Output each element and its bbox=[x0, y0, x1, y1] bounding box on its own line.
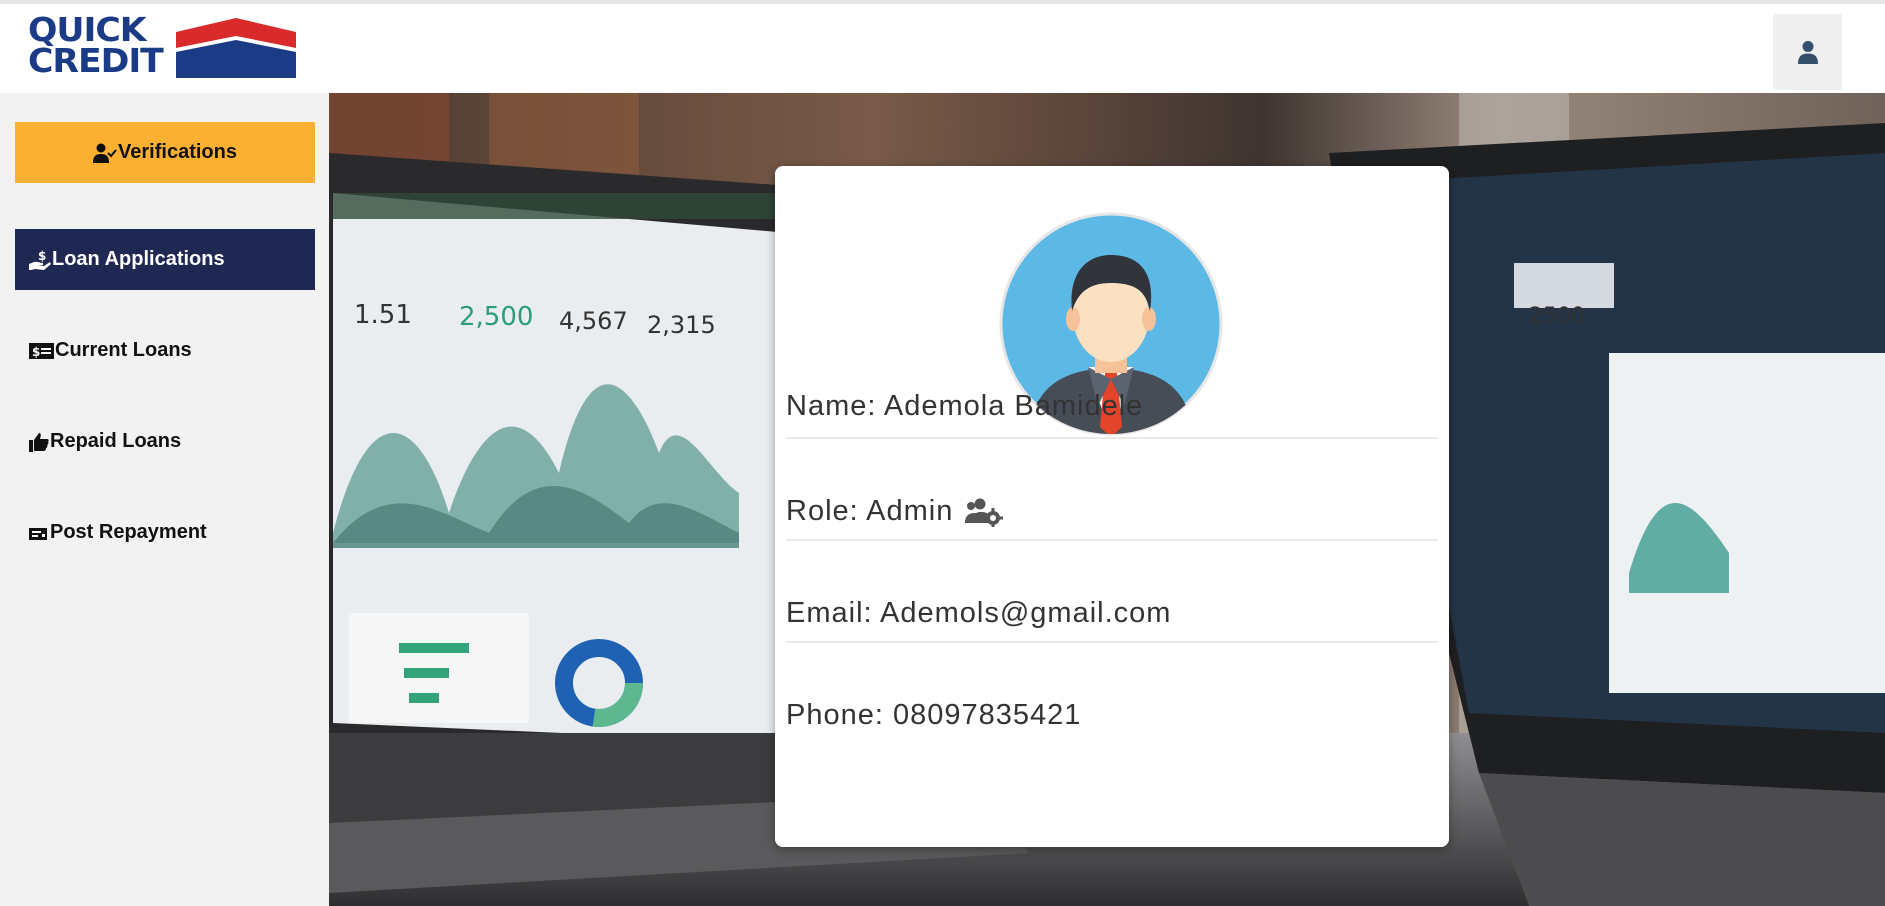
sidebar-item-label: Post Repayment bbox=[50, 521, 207, 543]
svg-text:2,500: 2,500 bbox=[459, 302, 533, 332]
logo-wordmark: QUICK CREDIT bbox=[28, 13, 186, 84]
sidebar-item-label: Repaid Loans bbox=[50, 430, 182, 452]
profile-email: Email: Ademols@gmail.com bbox=[786, 597, 1172, 629]
sidebar: Verifications $ Loan Applications $ Curr… bbox=[0, 93, 329, 906]
thumbs-up-icon bbox=[29, 432, 49, 452]
sidebar-item-verifications[interactable]: Verifications bbox=[15, 122, 315, 183]
sidebar-item-label: Verifications bbox=[118, 141, 237, 163]
profile-name: Name: Ademola Bamidele bbox=[786, 390, 1144, 422]
svg-text:4,567: 4,567 bbox=[559, 307, 628, 335]
hand-holding-dollar-icon: $ bbox=[29, 249, 51, 271]
profile-name-row: Name: Ademola Bamidele bbox=[786, 370, 1438, 439]
sidebar-item-label: Current Loans bbox=[55, 339, 192, 361]
money-bill-icon: $ bbox=[29, 342, 54, 360]
money-check-icon bbox=[29, 524, 49, 542]
svg-text:2,315: 2,315 bbox=[647, 311, 716, 339]
sidebar-item-label: Loan Applications bbox=[52, 248, 225, 270]
sidebar-item-post-repayment[interactable]: Post Repayment bbox=[15, 502, 315, 563]
user-icon bbox=[1797, 41, 1818, 64]
users-cog-icon bbox=[965, 498, 1004, 527]
profile-card: Name: Ademola Bamidele Role: Admin Email… bbox=[775, 166, 1449, 847]
logo-roof-icon bbox=[176, 18, 296, 78]
sidebar-item-loan-applications[interactable]: $ Loan Applications bbox=[15, 229, 315, 290]
profile-role-row: Role: Admin bbox=[786, 439, 1438, 541]
profile-email-row: Email: Ademols@gmail.com bbox=[786, 541, 1438, 643]
top-header: QUICK CREDIT bbox=[0, 4, 1885, 93]
svg-text:1.51: 1.51 bbox=[354, 300, 412, 330]
user-menu-button[interactable] bbox=[1773, 14, 1842, 90]
user-check-icon bbox=[93, 143, 117, 163]
profile-role: Role: Admin bbox=[786, 495, 954, 527]
main-content: 1.51 2,500 4,567 2,315 2500 Name: Ademol… bbox=[329, 93, 1885, 906]
profile-phone: Phone: 08097835421 bbox=[786, 699, 1082, 731]
svg-text:2500: 2500 bbox=[1529, 304, 1585, 329]
logo-line-2: CREDIT bbox=[28, 41, 164, 80]
quick-credit-logo[interactable]: QUICK CREDIT bbox=[28, 13, 296, 84]
profile-phone-row: Phone: 08097835421 bbox=[786, 643, 1438, 745]
svg-text:$: $ bbox=[32, 345, 40, 359]
sidebar-item-current-loans[interactable]: $ Current Loans bbox=[15, 320, 315, 381]
sidebar-item-repaid-loans[interactable]: Repaid Loans bbox=[15, 411, 315, 472]
svg-text:$: $ bbox=[38, 249, 46, 263]
